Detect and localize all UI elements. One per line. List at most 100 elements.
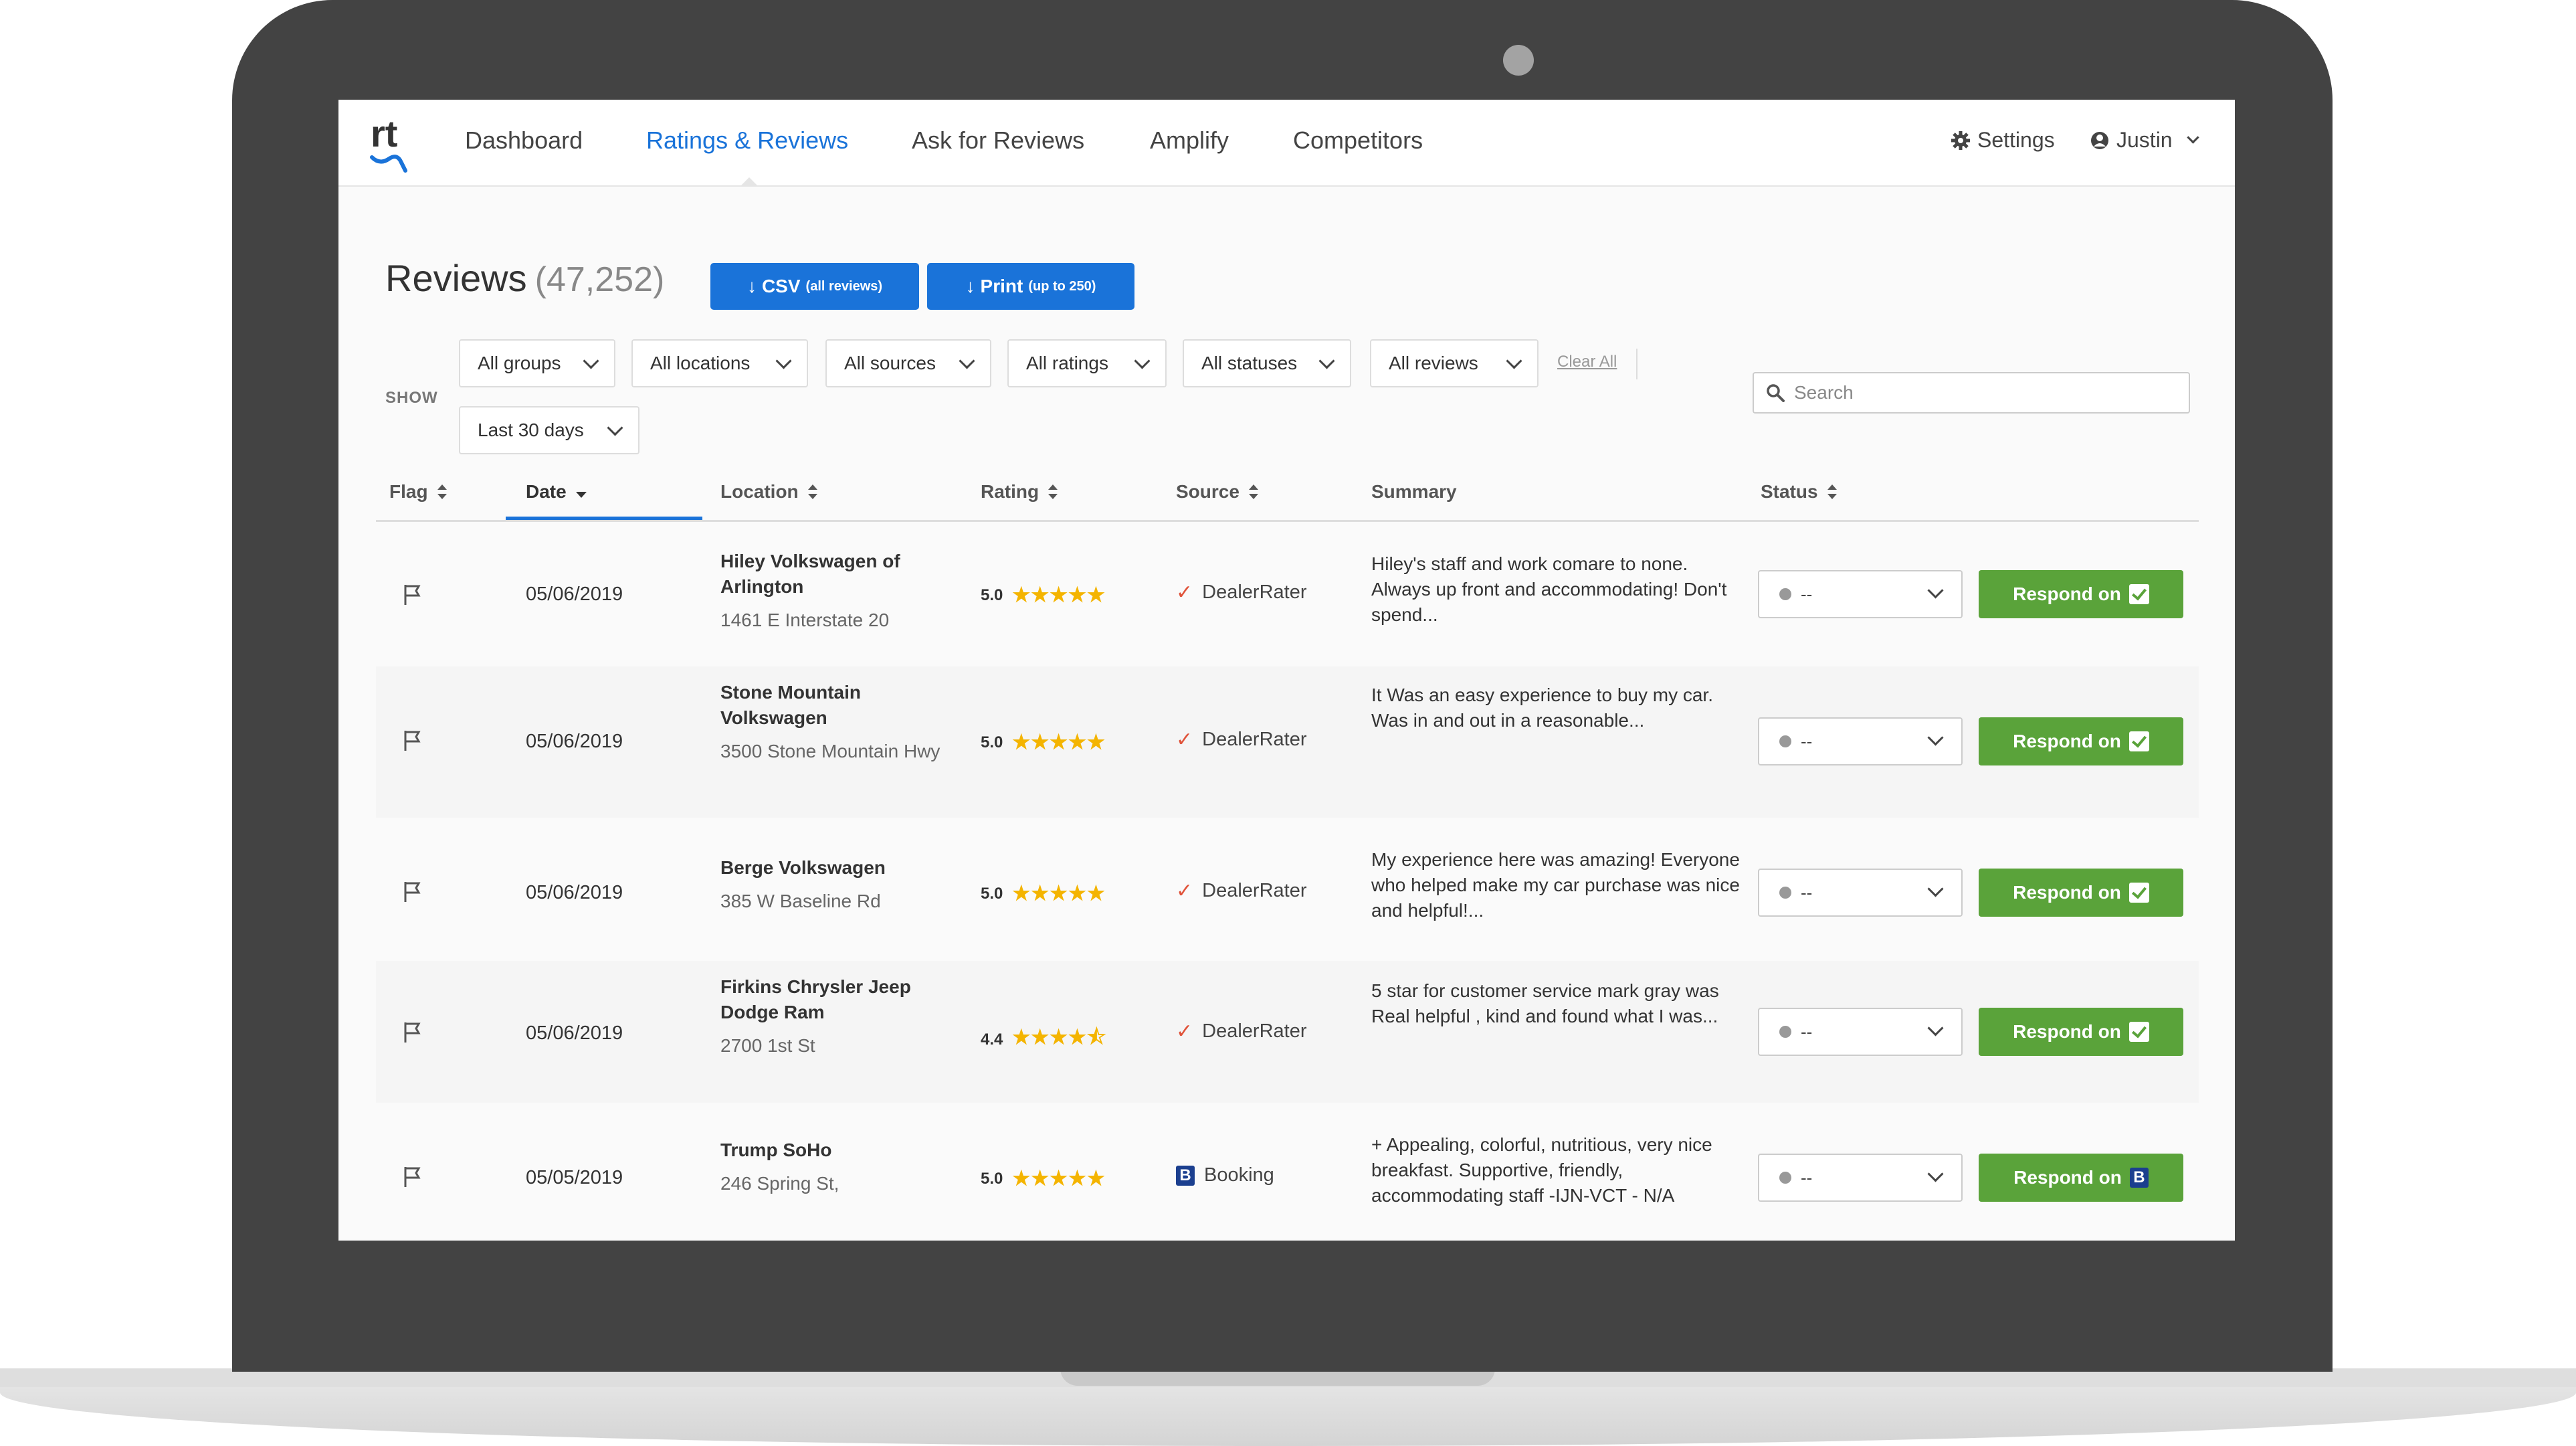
source-name: DealerRater	[1202, 581, 1307, 603]
status-dot-icon	[1779, 588, 1791, 600]
review-summary[interactable]: Hiley's staff and work comare to none. A…	[1371, 551, 1746, 628]
download-arrow-icon: ↓	[965, 276, 975, 296]
review-summary[interactable]: 5 star for customer service mark gray wa…	[1371, 978, 1746, 1029]
flag-icon[interactable]	[403, 583, 423, 606]
chevron-down-icon	[1927, 729, 1944, 746]
status-select[interactable]: --	[1758, 1008, 1963, 1056]
col-rating[interactable]: Rating	[981, 481, 1058, 503]
location-name[interactable]: Berge Volkswagen	[720, 855, 941, 881]
col-source[interactable]: Source	[1176, 481, 1258, 503]
chevron-down-icon	[1927, 1020, 1944, 1036]
nav-amplify[interactable]: Amplify	[1150, 126, 1229, 155]
respond-label: Respond on	[2013, 882, 2121, 903]
chevron-down-icon	[1134, 352, 1151, 369]
date-range-value: Last 30 days	[478, 420, 584, 440]
checkmark-icon: ✓	[1176, 581, 1193, 604]
rating-cell: 5.0 ★★★★★	[981, 1167, 1106, 1190]
sources-filter[interactable]: All sources	[825, 339, 991, 387]
respond-button[interactable]: Respond on	[1979, 1008, 2183, 1056]
location-name[interactable]: Trump SoHo	[720, 1138, 941, 1163]
booking-b-icon: B	[1176, 1165, 1195, 1186]
col-location[interactable]: Location	[720, 481, 817, 503]
status-select[interactable]: --	[1758, 1154, 1963, 1202]
csv-label: CSV	[761, 276, 801, 296]
respond-button[interactable]: Respond on	[1979, 717, 2183, 765]
sort-icon	[1048, 484, 1058, 499]
chevron-down-icon	[1927, 582, 1944, 599]
statuses-filter[interactable]: All statuses	[1183, 339, 1351, 387]
location-address: 1461 E Interstate 20	[720, 610, 890, 630]
source-name: DealerRater	[1202, 880, 1307, 901]
location-address: 3500 Stone Mountain Hwy	[720, 741, 940, 761]
nav-dashboard[interactable]: Dashboard	[465, 126, 583, 155]
chevron-down-icon	[607, 419, 623, 436]
review-date: 05/06/2019	[526, 731, 623, 752]
col-flag[interactable]: Flag	[389, 481, 447, 503]
respond-button[interactable]: Respond on B	[1979, 1154, 2183, 1202]
rt-logo[interactable]: rt	[365, 113, 420, 173]
date-range-filter[interactable]: Last 30 days	[459, 406, 639, 454]
status-select[interactable]: --	[1758, 570, 1963, 618]
sort-icon	[437, 484, 447, 499]
status-select[interactable]: --	[1758, 717, 1963, 765]
search-input[interactable]: Search	[1753, 372, 2190, 414]
status-select[interactable]: --	[1758, 869, 1963, 917]
col-status[interactable]: Status	[1761, 481, 1837, 503]
chevron-down-icon	[1927, 881, 1944, 897]
clear-all-link[interactable]: Clear All	[1557, 353, 1617, 371]
location-name[interactable]: Stone Mountain Volkswagen	[720, 680, 941, 731]
respond-button[interactable]: Respond on	[1979, 570, 2183, 618]
print-button[interactable]: ↓ Print (up to 250)	[927, 263, 1134, 310]
csv-download-button[interactable]: ↓ CSV (all reviews)	[710, 263, 919, 310]
nav-ask-for-reviews[interactable]: Ask for Reviews	[912, 126, 1084, 155]
nav-ratings-reviews[interactable]: Ratings & Reviews	[646, 126, 848, 155]
source-name: DealerRater	[1202, 729, 1307, 750]
settings-link[interactable]: Settings	[1951, 128, 2055, 153]
location-address: 246 Spring St,	[720, 1173, 839, 1194]
checkmark-icon: ✓	[1176, 1020, 1193, 1043]
flag-icon[interactable]	[403, 1166, 423, 1188]
rating-cell: 4.4 ★★★★⯪	[981, 1022, 1106, 1057]
user-menu[interactable]: Justin	[2090, 128, 2199, 153]
location-name[interactable]: Firkins Chrysler Jeep Dodge Ram	[720, 974, 941, 1025]
status-value: --	[1801, 583, 1813, 604]
col-date[interactable]: Date	[526, 481, 587, 503]
source-cell: ✓ DealerRater	[1176, 728, 1306, 751]
active-nav-indicator	[740, 177, 759, 187]
status-value: --	[1801, 731, 1813, 751]
search-placeholder: Search	[1794, 382, 1854, 403]
chevron-down-icon	[2186, 131, 2199, 144]
sort-icon	[1827, 484, 1837, 499]
respond-button[interactable]: Respond on	[1979, 869, 2183, 917]
star-rating-icon: ★★★★★	[1012, 584, 1106, 606]
location-name[interactable]: Hiley Volkswagen of Arlington	[720, 549, 941, 600]
review-date: 05/06/2019	[526, 882, 623, 903]
flag-icon[interactable]	[403, 881, 423, 903]
chevron-down-icon	[959, 352, 975, 369]
location-cell: Hiley Volkswagen of Arlington 1461 E Int…	[720, 549, 941, 633]
groups-filter[interactable]: All groups	[459, 339, 615, 387]
review-summary[interactable]: + Appealing, colorful, nutritious, very …	[1371, 1132, 1746, 1208]
location-cell: Stone Mountain Volkswagen 3500 Stone Mou…	[720, 680, 941, 764]
flag-icon[interactable]	[403, 1021, 423, 1044]
col-status-label: Status	[1761, 481, 1818, 502]
dealerrater-icon	[2128, 584, 2149, 604]
nav-competitors[interactable]: Competitors	[1293, 126, 1423, 155]
review-date: 05/06/2019	[526, 583, 623, 605]
flag-icon[interactable]	[403, 729, 423, 752]
page-title-text: Reviews	[385, 257, 527, 299]
statuses-filter-value: All statuses	[1201, 353, 1298, 373]
ratings-filter[interactable]: All ratings	[1007, 339, 1167, 387]
star-rating-icon: ★★★★★	[1012, 1168, 1106, 1190]
source-cell: ✓ DealerRater	[1176, 581, 1306, 604]
table-row: 05/06/2019 Berge Volkswagen 385 W Baseli…	[376, 818, 2199, 961]
chevron-down-icon	[1318, 352, 1335, 369]
reviews-filter[interactable]: All reviews	[1370, 339, 1539, 387]
table-row: 05/06/2019 Stone Mountain Volkswagen 350…	[376, 666, 2199, 818]
review-summary[interactable]: It Was an easy experience to buy my car.…	[1371, 683, 1746, 733]
rating-value: 5.0	[981, 1169, 1003, 1188]
locations-filter[interactable]: All locations	[631, 339, 808, 387]
review-summary[interactable]: My experience here was amazing! Everyone…	[1371, 847, 1746, 923]
locations-filter-value: All locations	[650, 353, 751, 373]
show-label: SHOW	[385, 389, 438, 407]
